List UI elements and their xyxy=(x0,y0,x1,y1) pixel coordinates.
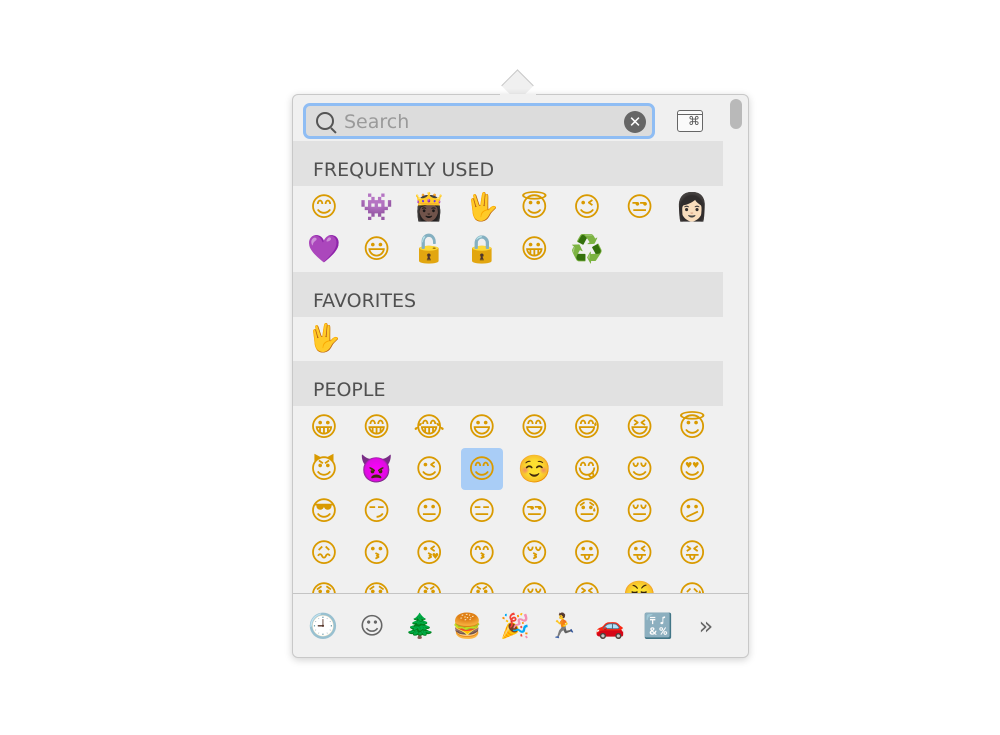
emoji-item[interactable]: 😌 xyxy=(619,448,661,490)
emoji-item[interactable]: 💜 xyxy=(303,228,345,270)
emoji-item[interactable]: 😤 xyxy=(619,574,661,593)
tab-more-icon[interactable]: » xyxy=(691,611,721,641)
emoji-item[interactable]: 😟 xyxy=(356,574,398,594)
emoji-item[interactable]: 😐 xyxy=(408,490,450,532)
emoji-item[interactable]: 🖖 xyxy=(303,317,345,359)
section-header-frequently-used: FREQUENTLY USED xyxy=(293,141,723,186)
emoji-item[interactable]: 😔 xyxy=(619,490,661,532)
emoji-item[interactable]: 😣 xyxy=(566,574,608,594)
emoji-item[interactable]: 😕 xyxy=(671,490,713,532)
scrollbar[interactable] xyxy=(730,99,742,129)
emoji-item[interactable]: 😉 xyxy=(408,448,450,490)
search-input[interactable] xyxy=(342,108,616,136)
character-viewer-button[interactable]: ⌘ xyxy=(677,110,703,132)
tab-animals-nature-icon[interactable]: 🌲 xyxy=(405,611,435,641)
emoji-item[interactable]: 😡 xyxy=(461,574,503,594)
emoji-item[interactable]: 😇 xyxy=(671,406,713,448)
emoji-item[interactable]: 😄 xyxy=(513,406,555,448)
emoji-item[interactable]: 👸🏿 xyxy=(408,186,450,228)
emoji-item[interactable]: 👿 xyxy=(356,448,398,490)
emoji-item[interactable]: 😞 xyxy=(303,574,345,594)
emoji-item[interactable]: 🔒 xyxy=(461,228,503,270)
emoji-item[interactable]: 😁 xyxy=(356,406,398,448)
emoji-item[interactable]: 😚 xyxy=(513,532,555,574)
emoji-item[interactable]: 😘 xyxy=(408,532,450,574)
emoji-item[interactable]: 🖖 xyxy=(461,186,503,228)
emoji-item[interactable]: 😋 xyxy=(566,448,608,490)
search-field[interactable]: ✕ xyxy=(303,103,655,139)
clear-search-button[interactable]: ✕ xyxy=(624,111,646,133)
emoji-item[interactable]: 😥 xyxy=(671,574,713,594)
emoji-item[interactable]: 😆 xyxy=(619,406,661,448)
emoji-item[interactable]: 😊 xyxy=(303,186,345,228)
emoji-item[interactable]: 😝 xyxy=(671,532,713,574)
emoji-item[interactable]: 😅 xyxy=(566,406,608,448)
emoji-item[interactable]: 😑 xyxy=(461,490,503,532)
emoji-item[interactable]: 😜 xyxy=(619,532,661,574)
emoji-item[interactable]: 😎 xyxy=(303,490,345,532)
emoji-item[interactable]: 😈 xyxy=(303,448,345,490)
emoji-item[interactable]: 😊 xyxy=(460,448,503,490)
emoji-item[interactable]: 😠 xyxy=(408,574,450,594)
emoji-item[interactable]: 😓 xyxy=(566,490,608,532)
tab-smileys-people-icon[interactable]: ☺ xyxy=(357,611,387,641)
emoji-item[interactable]: 🔓 xyxy=(408,228,450,270)
tab-celebration-icon[interactable]: 🎉 xyxy=(500,611,530,641)
tab-frequently-used-icon[interactable]: 🕘 xyxy=(308,611,338,641)
emoji-item[interactable]: ♻️ xyxy=(566,228,608,270)
emoji-item[interactable]: 😍 xyxy=(671,448,713,490)
emoji-item[interactable]: 😇 xyxy=(513,186,555,228)
emoji-item[interactable]: 😙 xyxy=(461,532,503,574)
emoji-item[interactable]: 😒 xyxy=(513,490,555,532)
emoji-item[interactable]: 😃 xyxy=(461,406,503,448)
emoji-item[interactable]: 😀 xyxy=(513,228,555,270)
emoji-item[interactable]: 😏 xyxy=(356,490,398,532)
emoji-item[interactable]: 😗 xyxy=(356,532,398,574)
emoji-grid: 😀 😁😂 😃😄 😅 😆😇 😈 👿😉😊☺️ 😋 😌😍 😎 😏😐 😑😒 😓 😔😕 😖 😗😘 😙😚 😛 😜😝 😞 😟 😠 😡 😢 😣 😤… xyxy=(293,406,723,594)
emoji-item[interactable]: 😂 xyxy=(408,406,450,448)
emoji-item[interactable]: 😃 xyxy=(356,228,398,270)
emoji-item[interactable]: 😀 xyxy=(303,406,345,448)
emoji-list: FREQUENTLY USED 😊 👾 👸🏿 🖖 😇 😉 😒 👩🏻 💜 😃 🔓 🔒 😀 ♻️ FAVORITE… xyxy=(293,141,723,593)
emoji-item[interactable]: ☺️ xyxy=(513,448,555,490)
section-header-favorites: FAVORITES xyxy=(293,272,723,317)
search-icon xyxy=(316,112,334,130)
arrow-join xyxy=(500,94,536,100)
tab-symbols-icon[interactable]: 🔣 xyxy=(643,611,673,641)
tab-travel-places-icon[interactable]: 🚗 xyxy=(595,611,625,641)
emoji-grid: 🖖 xyxy=(293,317,723,361)
emoji-item[interactable]: 👾 xyxy=(356,186,398,228)
emoji-picker-panel: ✕ ⌘ FREQUENTLY USED😊👾👸🏿🖖😇😉😒👩🏻💜😃🔓🔒😀♻️FAVO… xyxy=(292,94,749,658)
emoji-item[interactable]: 😉 xyxy=(566,186,608,228)
emoji-item[interactable]: 😢 xyxy=(513,574,555,594)
tab-food-drink-icon[interactable]: 🍔 xyxy=(452,611,482,641)
tab-activity-icon[interactable]: 🏃 xyxy=(548,611,578,641)
section-header-people: PEOPLE xyxy=(293,361,723,406)
emoji-item[interactable]: 👩🏻 xyxy=(671,186,713,228)
emoji-grid: 😊 👾 👸🏿 🖖 😇 😉 😒 👩🏻 💜 😃 🔓 🔒 😀 ♻️ xyxy=(293,186,723,272)
emoji-item[interactable]: 😒 xyxy=(619,186,661,228)
category-toolbar: 🕘 ☺ 🌲 🍔 🎉 🏃 🚗 🔣 » xyxy=(293,593,748,657)
emoji-item[interactable]: 😛 xyxy=(566,532,608,574)
emoji-item[interactable]: 😖 xyxy=(303,532,345,574)
